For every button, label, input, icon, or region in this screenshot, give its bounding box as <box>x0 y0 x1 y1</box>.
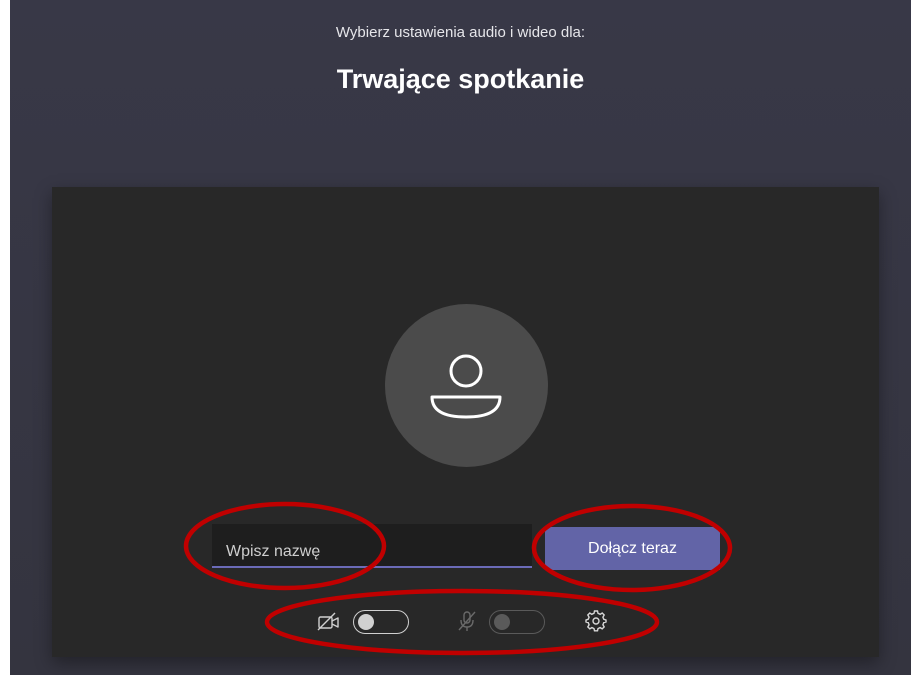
video-preview: Dołącz teraz <box>52 187 879 657</box>
mic-off-icon[interactable] <box>456 609 478 633</box>
microphone-toggle-knob <box>494 614 510 630</box>
microphone-toggle[interactable] <box>489 610 545 634</box>
join-now-button[interactable]: Dołącz teraz <box>545 527 720 570</box>
camera-off-icon[interactable] <box>317 612 341 632</box>
prejoin-subtitle: Wybierz ustawienia audio i wideo dla: <box>335 24 586 41</box>
person-icon <box>430 354 502 419</box>
gear-icon[interactable] <box>585 610 607 632</box>
meeting-title: Trwające spotkanie <box>336 64 585 94</box>
name-input[interactable] <box>212 524 532 568</box>
camera-toggle-knob <box>358 614 374 630</box>
camera-toggle[interactable] <box>353 610 409 634</box>
avatar <box>385 304 548 467</box>
prejoin-screen: Wybierz ustawienia audio i wideo dla: Tr… <box>10 0 911 675</box>
